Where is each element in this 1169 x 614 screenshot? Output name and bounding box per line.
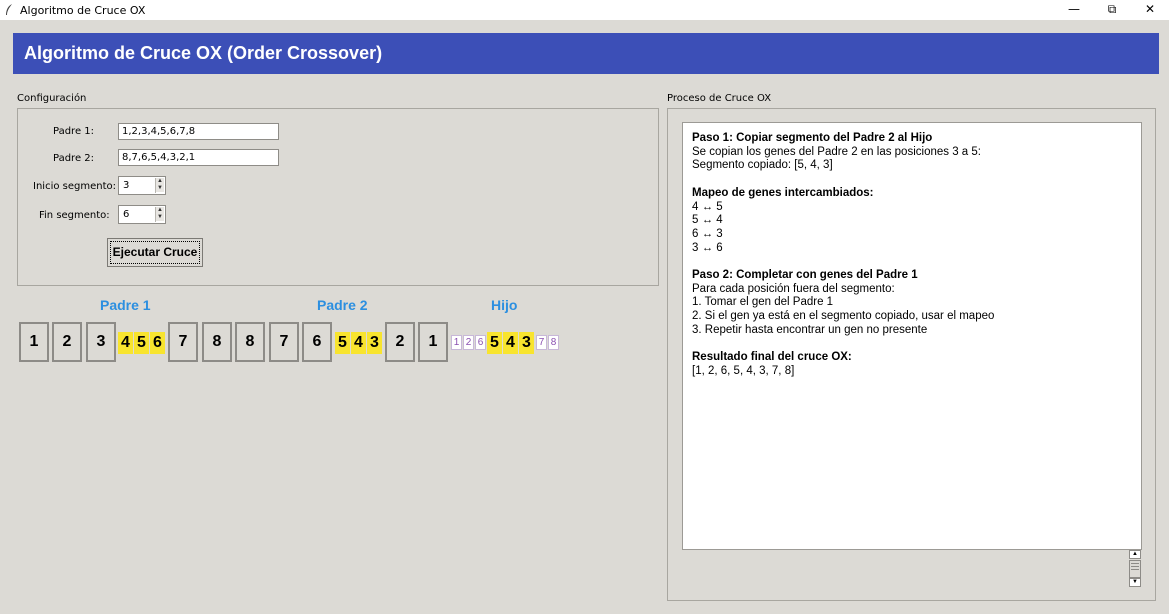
hijo-gene: 6: [475, 335, 486, 350]
padre2-label: Padre 2:: [53, 153, 95, 164]
spin-up-icon[interactable]: ▲: [156, 178, 164, 185]
close-button[interactable]: ✕: [1132, 0, 1168, 20]
page-title: Algoritmo de Cruce OX (Order Crossover): [24, 43, 383, 63]
fin-segmento-label: Fin segmento:: [39, 210, 110, 221]
scroll-up-icon[interactable]: ▲: [1129, 550, 1141, 559]
result-block: Resultado final del cruce OX: [1, 2, 6, …: [692, 351, 1132, 378]
spin-down-icon[interactable]: ▼: [156, 214, 164, 221]
scroll-thumb[interactable]: [1129, 560, 1141, 578]
mapping-line: 3 ↔ 6: [692, 241, 723, 254]
padre1-gene: 1: [19, 322, 49, 362]
padre1-input[interactable]: 1,2,3,4,5,6,7,8: [118, 123, 279, 140]
padre1-gene: 3: [86, 322, 116, 362]
padre1-label: Padre 1:: [53, 126, 95, 137]
result-value: [1, 2, 6, 5, 4, 3, 7, 8]: [692, 364, 795, 377]
step1-line: Segmento copiado: [5, 4, 3]: [692, 159, 833, 172]
hijo-segment-gene: 4: [503, 332, 518, 354]
hijo-gene: 8: [548, 335, 559, 350]
config-section-label: Configuración: [17, 93, 87, 104]
padre1-segment-gene: 6: [150, 332, 165, 354]
padre1-segment-gene: 5: [134, 332, 149, 354]
result-title: Resultado final del cruce OX:: [692, 351, 852, 364]
padre2-gene: 6: [302, 322, 332, 362]
hijo-gene: 2: [463, 335, 474, 350]
hijo-title: Hijo: [491, 297, 518, 313]
spin-buttons: ▲ ▼: [155, 207, 164, 222]
padre2-gene: 8: [235, 322, 265, 362]
padre2-segment-gene: 4: [351, 332, 366, 354]
feather-app-icon: [6, 4, 12, 15]
padre1-segment-gene: 4: [118, 332, 133, 354]
spin-down-icon[interactable]: ▼: [156, 185, 164, 192]
step2-line: 3. Repetir hasta encontrar un gen no pre…: [692, 323, 928, 336]
padre1-gene: 2: [52, 322, 82, 362]
spin-buttons: ▲ ▼: [155, 178, 164, 193]
window-titlebar: Algoritmo de Cruce OX — ⧉ ✕: [0, 0, 1169, 20]
hijo-gene: 7: [536, 335, 547, 350]
process-text-area[interactable]: Paso 1: Copiar segmento del Padre 2 al H…: [682, 122, 1142, 550]
mapping-line: 5 ↔ 4: [692, 214, 723, 227]
minimize-button[interactable]: —: [1056, 0, 1092, 20]
step1-block: Paso 1: Copiar segmento del Padre 2 al H…: [692, 132, 1132, 173]
mapping-title: Mapeo de genes intercambiados:: [692, 186, 874, 199]
padre1-title: Padre 1: [100, 297, 151, 313]
header-banner: Algoritmo de Cruce OX (Order Crossover): [13, 33, 1159, 74]
inicio-segmento-label: Inicio segmento:: [33, 181, 116, 192]
inicio-segmento-value[interactable]: 3: [123, 180, 129, 191]
step1-line: Se copian los genes del Padre 2 en las p…: [692, 145, 981, 158]
step1-title: Paso 1: Copiar segmento del Padre 2 al H…: [692, 132, 933, 144]
fin-segmento-value[interactable]: 6: [123, 209, 129, 220]
padre2-gene: 2: [385, 322, 415, 362]
vertical-scrollbar[interactable]: ▲ ▼: [1128, 550, 1142, 588]
padre2-segment-gene: 5: [335, 332, 350, 354]
padre2-segment-gene: 3: [367, 332, 382, 354]
step2-line: 1. Tomar el gen del Padre 1: [692, 296, 834, 309]
padre2-gene: 7: [269, 322, 299, 362]
spin-up-icon[interactable]: ▲: [156, 207, 164, 214]
step2-line: Para cada posición fuera del segmento:: [692, 282, 895, 295]
hijo-segment-gene: 3: [519, 332, 534, 354]
padre2-title: Padre 2: [317, 297, 368, 313]
padre2-gene: 1: [418, 322, 448, 362]
step2-line: 2. Si el gen ya está en el segmento copi…: [692, 310, 995, 323]
padre1-gene: 8: [202, 322, 232, 362]
mapping-line: 6 ↔ 3: [692, 227, 723, 240]
mapping-block: Mapeo de genes intercambiados: 4 ↔ 5 5 ↔…: [692, 187, 1132, 256]
padre1-gene: 7: [168, 322, 198, 362]
step2-title: Paso 2: Completar con genes del Padre 1: [692, 269, 918, 281]
process-section-label: Proceso de Cruce OX: [667, 93, 772, 104]
restore-button[interactable]: ⧉: [1094, 0, 1130, 20]
ejecutar-cruce-button[interactable]: Ejecutar Cruce: [107, 238, 203, 267]
hijo-gene: 1: [451, 335, 462, 350]
hijo-segment-gene: 5: [487, 332, 502, 354]
fin-segmento-spinbox[interactable]: 6 ▲ ▼: [118, 205, 166, 224]
mapping-line: 4 ↔ 5: [692, 200, 723, 213]
step2-block: Paso 2: Completar con genes del Padre 1 …: [692, 269, 1132, 338]
window-title: Algoritmo de Cruce OX: [20, 4, 146, 17]
inicio-segmento-spinbox[interactable]: 3 ▲ ▼: [118, 176, 166, 195]
padre2-input[interactable]: 8,7,6,5,4,3,2,1: [118, 149, 279, 166]
scroll-down-icon[interactable]: ▼: [1129, 578, 1141, 587]
